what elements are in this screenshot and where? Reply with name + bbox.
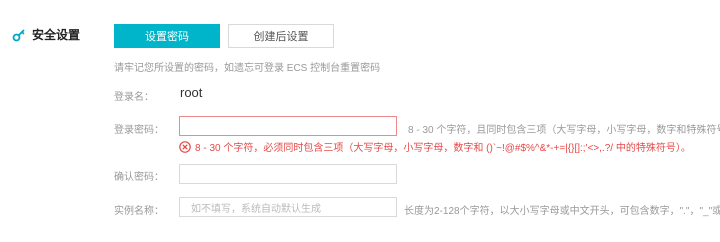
tab-set-after-creation[interactable]: 创建后设置	[228, 24, 334, 48]
password-rule-hint: 8 - 30 个字符，且同时包含三项（大写字母，小写字母，数字和特殊符号）	[408, 125, 720, 136]
section-title-text: 安全设置	[32, 28, 81, 42]
password-input[interactable]	[179, 116, 397, 136]
section-title: 安全设置	[12, 26, 80, 43]
tab-set-password[interactable]: 设置密码	[114, 24, 220, 48]
instance-name-label: 实例名称：	[114, 206, 164, 217]
key-icon	[12, 28, 25, 41]
password-hint-text: 请牢记您所设置的密码，如遗忘可登录 ECS 控制台重置密码	[114, 63, 381, 74]
error-icon	[179, 140, 191, 153]
login-name-value: root	[180, 85, 203, 100]
login-name-label: 登录名：	[114, 92, 154, 103]
password-error: 8 - 30 个字符，必须同时包含三项（大写字母，小写字母，数字和 ()`~!@…	[179, 139, 691, 154]
password-error-text: 8 - 30 个字符，必须同时包含三项（大写字母，小写字母，数字和 ()`~!@…	[195, 143, 691, 154]
instance-name-rule-hint: 长度为2-128个字符，以大小写字母或中文开头，可包含数字，"."，"_"或"-…	[404, 206, 720, 217]
instance-name-input[interactable]: 如不填写，系统自动默认生成	[179, 197, 397, 217]
confirm-password-input[interactable]	[179, 164, 397, 184]
password-label: 登录密码：	[114, 125, 164, 136]
confirm-password-label: 确认密码：	[114, 172, 164, 183]
